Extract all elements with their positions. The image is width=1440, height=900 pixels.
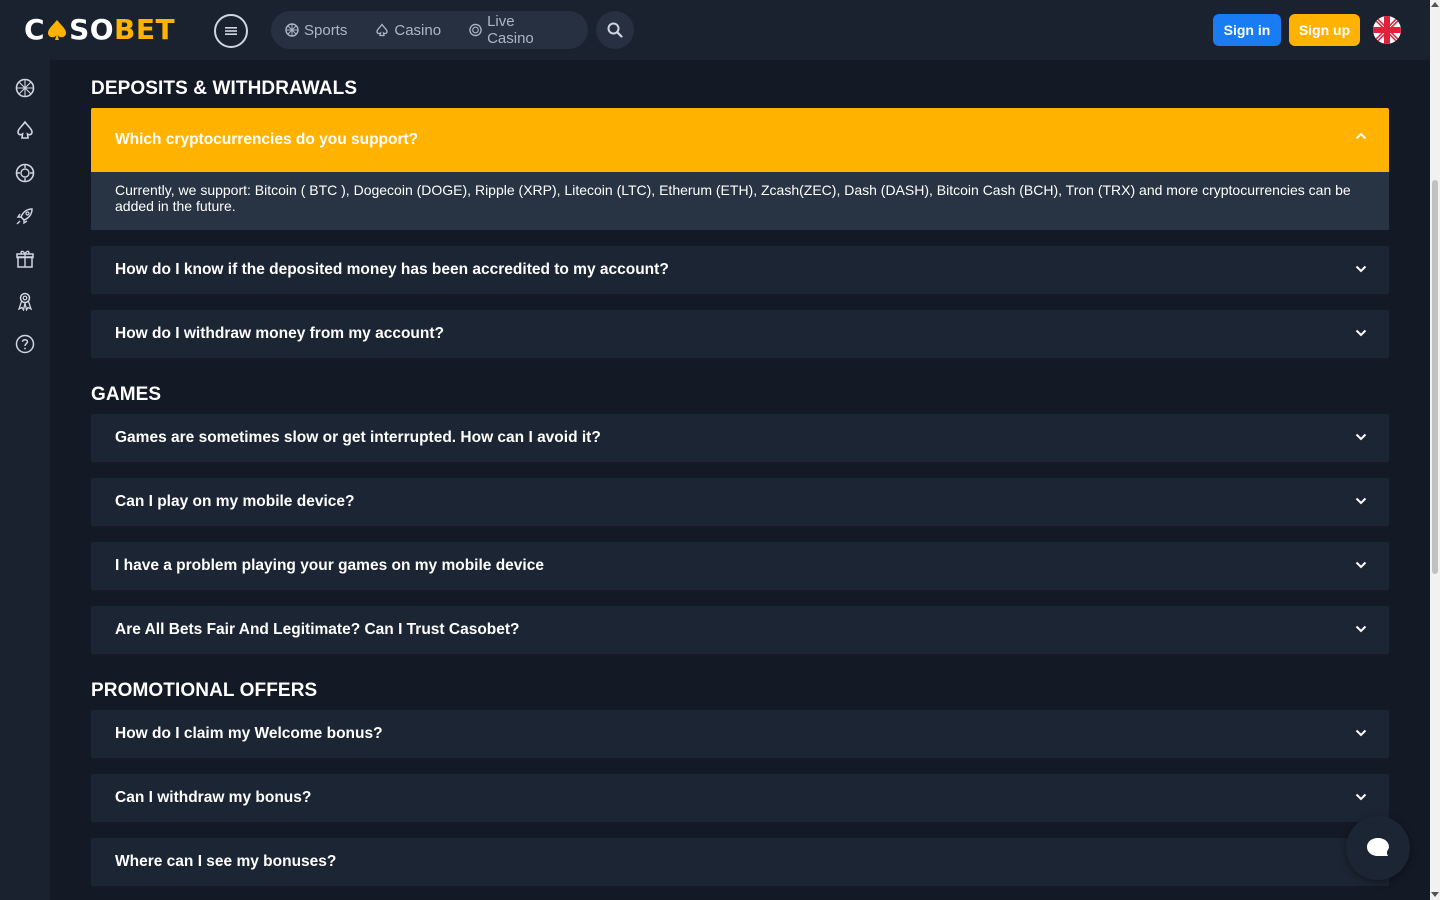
- search-button[interactable]: [596, 11, 634, 49]
- help-icon: [15, 334, 35, 354]
- scrollbar-thumb[interactable]: [1432, 180, 1438, 574]
- sidebar-vip[interactable]: [14, 290, 36, 312]
- sports-ball-icon: [15, 78, 35, 98]
- nav-sports-label: Sports: [304, 21, 348, 39]
- logo-text-c: C: [24, 13, 46, 46]
- faq-item-games-slow[interactable]: Games are sometimes slow or get interrup…: [91, 414, 1389, 462]
- chevron-down-icon: [1355, 625, 1367, 633]
- sidebar-live-casino[interactable]: [14, 162, 36, 184]
- faq-item-withdraw-bonus[interactable]: Can I withdraw my bonus?: [91, 774, 1389, 822]
- faq-question: Can I play on my mobile device?: [115, 493, 355, 510]
- faq-question: Can I withdraw my bonus?: [115, 789, 312, 806]
- chevron-down-icon: [1355, 793, 1367, 801]
- spade-icon: [17, 120, 33, 139]
- menu-button[interactable]: [214, 14, 248, 48]
- main-nav: Sports Casino Live Casino: [271, 11, 588, 49]
- logo-text-bet: BET: [114, 13, 176, 46]
- scroll-up-arrow-icon[interactable]: [1431, 2, 1439, 7]
- live-casino-icon: [15, 163, 35, 183]
- gift-icon: [16, 250, 34, 268]
- nav-casino[interactable]: Casino: [375, 22, 441, 39]
- chevron-down-icon: [1355, 433, 1367, 441]
- sidebar-sports[interactable]: [14, 77, 36, 99]
- top-bar: C SO BET Sports Casino Live Casino Sign …: [0, 0, 1430, 60]
- search-icon: [607, 22, 623, 38]
- nav-live-casino-label: Live Casino: [487, 13, 534, 47]
- faq-item-mobile-device[interactable]: Can I play on my mobile device?: [91, 478, 1389, 526]
- chat-button[interactable]: [1346, 816, 1410, 880]
- faq-question: How do I withdraw money from my account?: [115, 325, 444, 342]
- faq-question: I have a problem playing your games on m…: [115, 557, 544, 574]
- faq-question: Are All Bets Fair And Legitimate? Can I …: [115, 621, 520, 638]
- chevron-down-icon: [1355, 561, 1367, 569]
- sign-in-button[interactable]: Sign in: [1213, 14, 1281, 46]
- chevron-down-icon: [1355, 329, 1367, 337]
- faq-question: How do I know if the deposited money has…: [115, 261, 669, 278]
- vip-icon: [17, 292, 33, 311]
- section-title-promotions: PROMOTIONAL OFFERS: [91, 680, 318, 701]
- faq-question: Games are sometimes slow or get interrup…: [115, 429, 601, 446]
- sidebar: [0, 60, 50, 900]
- faq-question: Which cryptocurrencies do you support?: [115, 131, 419, 148]
- logo-text-so: SO: [69, 13, 115, 46]
- faq-question: Where can I see my bonuses?: [115, 853, 337, 870]
- faq-item-welcome-bonus[interactable]: How do I claim my Welcome bonus?: [91, 710, 1389, 758]
- uk-flag-icon[interactable]: [1373, 16, 1401, 44]
- rocket-icon: [16, 208, 33, 225]
- nav-live-casino[interactable]: Live Casino: [469, 13, 560, 47]
- section-title-deposits: DEPOSITS & WITHDRAWALS: [91, 78, 358, 99]
- faq-item-see-bonuses[interactable]: Where can I see my bonuses?: [91, 838, 1389, 886]
- chevron-down-icon: [1355, 497, 1367, 505]
- faq-item-withdraw-money[interactable]: How do I withdraw money from my account?: [91, 310, 1389, 358]
- faq-item-fair-bets[interactable]: Are All Bets Fair And Legitimate? Can I …: [91, 606, 1389, 654]
- nav-casino-label: Casino: [394, 21, 442, 39]
- logo-spade-icon: [48, 19, 67, 40]
- live-casino-icon: [469, 23, 482, 37]
- section-title-games: GAMES: [91, 384, 162, 405]
- sidebar-help[interactable]: [14, 333, 36, 355]
- faq-question: How do I claim my Welcome bonus?: [115, 725, 383, 742]
- casobet-logo[interactable]: C SO BET: [24, 13, 175, 46]
- faq-item-deposit-accredited[interactable]: How do I know if the deposited money has…: [91, 246, 1389, 294]
- nav-sports[interactable]: Sports: [285, 22, 347, 39]
- sports-ball-icon: [285, 23, 299, 37]
- scroll-down-arrow-icon[interactable]: [1431, 892, 1439, 897]
- faq-item-cryptocurrencies[interactable]: Which cryptocurrencies do you support?: [91, 108, 1389, 172]
- faq-item-mobile-problem[interactable]: I have a problem playing your games on m…: [91, 542, 1389, 590]
- faq-answer: Currently, we support: Bitcoin ( BTC ), …: [91, 172, 1389, 230]
- hamburger-icon: [225, 27, 237, 35]
- chevron-down-icon: [1355, 729, 1367, 737]
- chevron-up-icon: [1355, 132, 1367, 140]
- chevron-down-icon: [1355, 265, 1367, 273]
- spade-icon: [376, 23, 389, 37]
- chat-bubble-icon: [1367, 838, 1389, 856]
- sidebar-casino[interactable]: [14, 119, 36, 141]
- sidebar-promotions[interactable]: [14, 248, 36, 270]
- sidebar-crash-games[interactable]: [14, 205, 36, 227]
- sign-up-button[interactable]: Sign up: [1289, 14, 1360, 46]
